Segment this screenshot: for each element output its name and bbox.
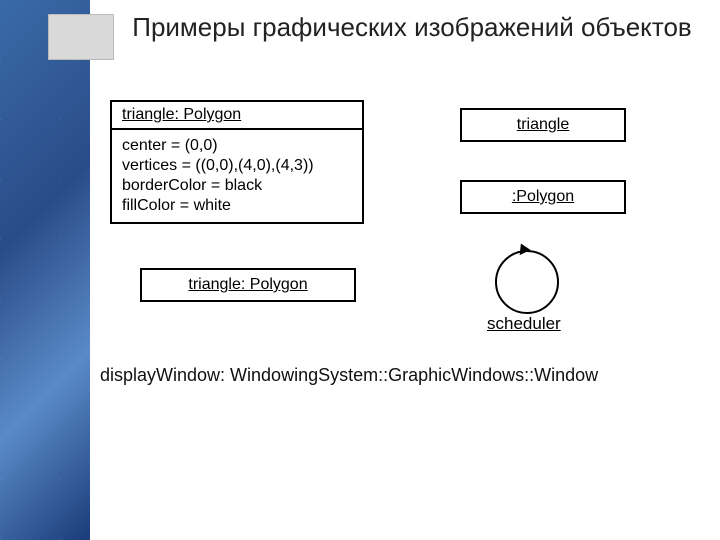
object-header: triangle: Polygon [112,102,362,128]
uml-object-name-only: triangle [460,108,626,142]
slide-sidebar [0,0,90,540]
attr-line: vertices = ((0,0),(4,0),(4,3)) [122,156,352,176]
object-attributes: center = (0,0) vertices = ((0,0),(4,0),(… [112,128,362,222]
slide-title: Примеры графических изображений объектов [112,12,712,43]
diagram-area: triangle: Polygon center = (0,0) vertice… [90,100,710,530]
attr-line: fillColor = white [122,196,352,216]
uml-object-class-only: :Polygon [460,180,626,214]
uml-object-full: triangle: Polygon center = (0,0) vertice… [110,100,364,224]
attr-line: borderColor = black [122,176,352,196]
scheduler-label: scheduler [487,314,561,334]
title-tab [48,14,114,60]
active-object-circle-icon [495,250,559,314]
qualified-object-name: displayWindow: WindowingSystem::GraphicW… [100,365,598,386]
attr-line: center = (0,0) [122,136,352,156]
uml-object-name-class: triangle: Polygon [140,268,356,302]
